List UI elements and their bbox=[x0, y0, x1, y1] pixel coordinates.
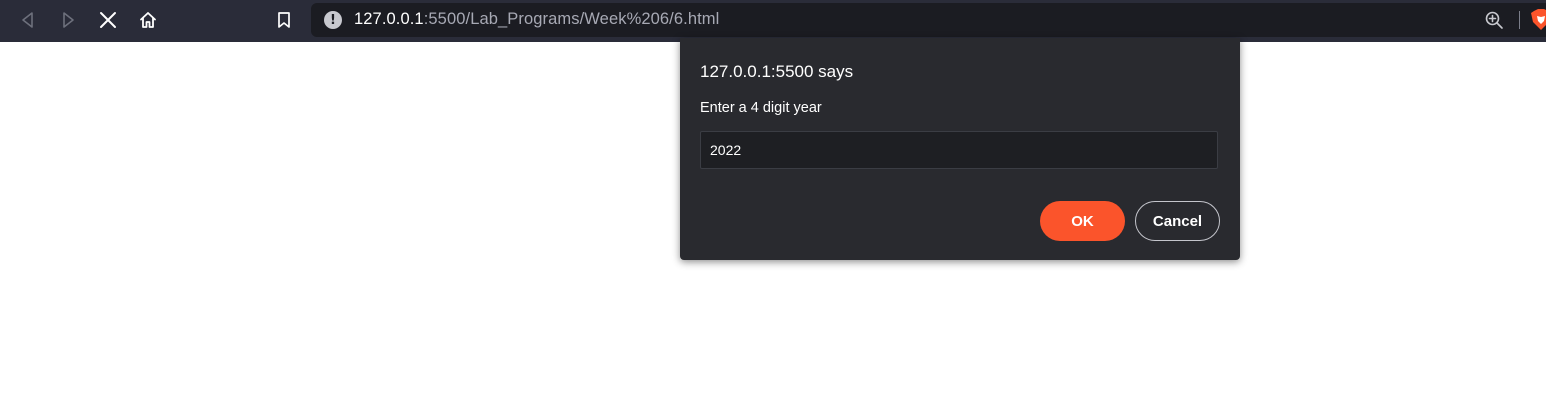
back-button[interactable] bbox=[13, 5, 43, 35]
home-icon bbox=[140, 12, 156, 28]
dialog-message: Enter a 4 digit year bbox=[700, 100, 822, 116]
url-path: :5500/Lab_Programs/Week%206/6.html bbox=[423, 10, 720, 28]
forward-arrow-icon bbox=[63, 12, 74, 28]
url-text[interactable]: 127.0.0.1:5500/Lab_Programs/Week%206/6.h… bbox=[354, 10, 719, 29]
prompt-dialog: 127.0.0.1:5500 says Enter a 4 digit year… bbox=[680, 38, 1240, 260]
stop-loading-button[interactable] bbox=[93, 5, 123, 35]
ok-button[interactable]: OK bbox=[1040, 201, 1125, 241]
url-host: 127.0.0.1 bbox=[354, 10, 424, 28]
cancel-button[interactable]: Cancel bbox=[1135, 201, 1220, 241]
forward-button[interactable] bbox=[53, 5, 83, 35]
home-button[interactable] bbox=[133, 5, 163, 35]
zoom-button[interactable] bbox=[1484, 10, 1504, 34]
bookmark-button[interactable] bbox=[269, 5, 299, 35]
dialog-title: 127.0.0.1:5500 says bbox=[700, 62, 854, 81]
address-bar[interactable]: ! 127.0.0.1:5500/Lab_Programs/Week%206/6… bbox=[311, 3, 1546, 37]
back-arrow-icon bbox=[22, 12, 33, 28]
site-info-icon[interactable]: ! bbox=[324, 11, 342, 29]
brave-lion-icon bbox=[1531, 9, 1546, 30]
brave-shields-button[interactable] bbox=[1530, 8, 1546, 36]
year-input[interactable] bbox=[700, 131, 1218, 169]
url-separator bbox=[1519, 11, 1520, 29]
close-icon bbox=[100, 12, 116, 28]
bookmark-icon bbox=[278, 12, 290, 28]
zoom-in-icon bbox=[1485, 11, 1503, 29]
browser-toolbar: ! 127.0.0.1:5500/Lab_Programs/Week%206/6… bbox=[0, 0, 1546, 42]
